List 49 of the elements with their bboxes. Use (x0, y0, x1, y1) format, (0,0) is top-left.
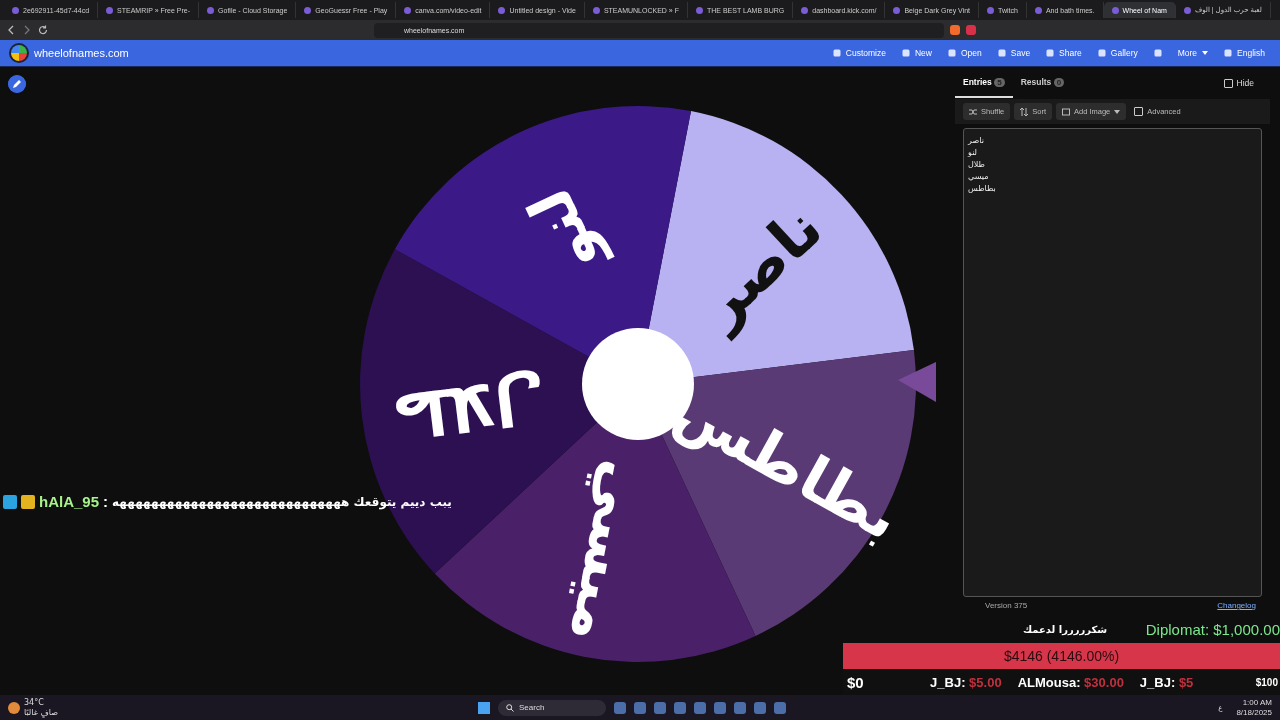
entries-textarea[interactable]: ناصر لنو طلال ميسي بطاطس (963, 128, 1262, 597)
goal-end: $100 (1255, 676, 1279, 688)
chat-separator: : (103, 493, 109, 510)
taskbar-app-icon[interactable] (734, 701, 746, 714)
reload-icon[interactable] (38, 25, 48, 35)
chat-username: hAlA_95 (39, 493, 100, 510)
goal-start: $0 (846, 673, 865, 691)
taskbar-app-icon[interactable] (774, 701, 786, 714)
wheel-logo-icon[interactable] (8, 42, 30, 64)
goal-amount: $4146 (4146.00%) (1003, 648, 1120, 664)
image-icon (1062, 107, 1070, 116)
clock-date[interactable]: 8/18/2025 (1236, 707, 1272, 718)
taskbar-app-icon[interactable] (654, 701, 666, 714)
weather-description: صافٍ غالبًا (24, 707, 58, 718)
menu-button[interactable]: English (1217, 45, 1272, 61)
back-icon[interactable] (6, 25, 16, 35)
caret-icon (1114, 109, 1121, 114)
sort-icon (1020, 107, 1029, 116)
donation-entry: J_BJ: $5.00 (930, 674, 1002, 690)
thanks-message: شكرررررا لدعمك (1023, 623, 1108, 635)
taskbar-app-icon[interactable] (754, 701, 766, 714)
donation-entry: J_BJ: $5 (1139, 674, 1194, 690)
top-donor-label: Diplomat: $1,000.00 (1145, 620, 1280, 638)
taskbar-search[interactable]: Search (498, 699, 606, 716)
chat-message: يبب دييم يتوقعك هههههههههههههههههههههههههههههه (112, 494, 452, 509)
menu-button[interactable]: Save (990, 45, 1038, 61)
menu-button[interactable]: Gallery (1090, 45, 1145, 61)
temperature: 34°C (24, 697, 45, 708)
menu-button[interactable]: Customize (825, 45, 893, 61)
taskbar-app-icon[interactable] (614, 701, 626, 714)
menu-button[interactable]: Share (1039, 45, 1089, 61)
pencil-icon[interactable] (8, 75, 26, 93)
taskbar-app-icon[interactable] (634, 701, 646, 714)
menu-button[interactable]: Open (940, 45, 989, 61)
hide-checkbox[interactable]: Hide (1223, 78, 1254, 88)
menu-button[interactable]: New (894, 45, 939, 61)
shuffle-icon (969, 107, 977, 116)
taskbar-app-icon[interactable] (714, 701, 726, 714)
version-label: Version 375 (985, 601, 1028, 610)
taskbar-app-icon[interactable] (694, 701, 706, 714)
caret-icon (1202, 51, 1209, 55)
taskbar-app-icon[interactable] (674, 701, 686, 714)
site-title[interactable]: wheelofnames.com (34, 47, 129, 59)
panel-tab[interactable]: Results 0 (1012, 68, 1073, 98)
menu-button[interactable]: More (1170, 45, 1216, 61)
clock-time[interactable]: 1:00 AM (1242, 697, 1272, 708)
donation-entry: ALMousa: $30.00 (1017, 674, 1124, 690)
forward-icon[interactable] (22, 25, 32, 35)
changelog-link[interactable]: Changelog (1217, 601, 1256, 610)
